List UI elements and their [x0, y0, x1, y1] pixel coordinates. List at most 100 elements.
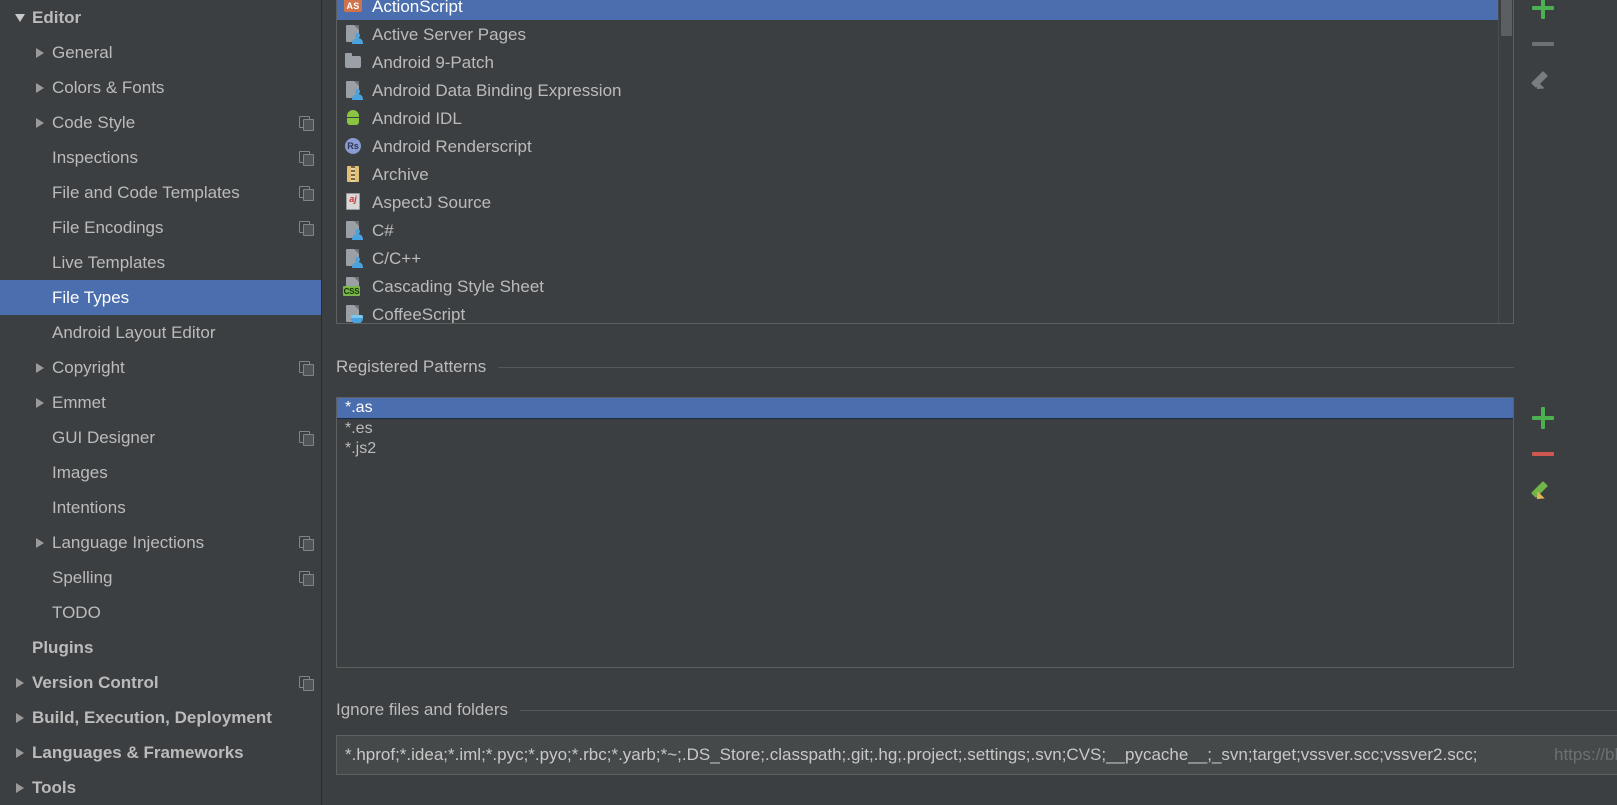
file-type-label: Android 9-Patch	[372, 52, 494, 72]
sidebar-item-tools[interactable]: Tools	[0, 770, 321, 805]
edit-pattern-button[interactable]	[1521, 472, 1565, 508]
chevron-right-icon[interactable]	[8, 747, 32, 758]
sidebar-item-file-types[interactable]: File Types	[0, 280, 321, 315]
sidebar-item-general[interactable]: General	[0, 35, 321, 70]
pattern-row[interactable]: *.es	[337, 419, 1513, 439]
add-file-type-button[interactable]	[1521, 0, 1565, 26]
chevron-right-icon[interactable]	[28, 117, 52, 128]
settings-tree[interactable]: Editor General Colors & Fonts Code Style Ins…	[0, 0, 321, 805]
sidebar-item-version-control[interactable]: Version Control	[0, 665, 321, 700]
pattern-row[interactable]: *.js2	[337, 439, 1513, 459]
sidebar-item-intentions[interactable]: Intentions	[0, 490, 321, 525]
chevron-right-icon[interactable]	[8, 677, 32, 688]
ignore-files-input[interactable]: *.hprof;*.idea;*.iml;*.pyc;*.pyo;*.rbc;*…	[336, 735, 1617, 775]
copy-settings-icon[interactable]	[299, 185, 314, 201]
sidebar-item-label: Images	[52, 462, 108, 482]
file-type-row[interactable]: Rs Android Renderscript	[337, 132, 1513, 160]
chevron-right-icon[interactable]	[8, 782, 32, 793]
chevron-down-icon[interactable]	[8, 13, 32, 22]
sidebar-item-plugins[interactable]: Plugins	[0, 630, 321, 665]
copy-settings-icon[interactable]	[299, 570, 314, 586]
plus-icon	[1532, 0, 1554, 19]
copy-settings-icon[interactable]	[299, 150, 314, 166]
file-type-row[interactable]: AS ActionScript	[337, 0, 1513, 20]
sidebar-item-android-layout-editor[interactable]: Android Layout Editor	[0, 315, 321, 350]
separator-line	[520, 709, 1617, 711]
sidebar-item-label: Colors & Fonts	[52, 77, 165, 97]
chevron-right-icon[interactable]	[28, 82, 52, 93]
registered-patterns-list[interactable]: *.as *.es *.js2	[336, 397, 1514, 668]
plus-icon	[1532, 407, 1554, 429]
file-types-scrollbar-thumb[interactable]	[1501, 0, 1512, 36]
copy-settings-icon[interactable]	[299, 115, 314, 131]
generic-file-person-icon	[343, 248, 363, 268]
ignore-files-value: *.hprof;*.idea;*.iml;*.pyc;*.pyo;*.rbc;*…	[345, 745, 1478, 764]
file-type-row[interactable]: CoffeeScript	[337, 300, 1513, 323]
sidebar-item-colors-fonts[interactable]: Colors & Fonts	[0, 70, 321, 105]
sidebar-item-images[interactable]: Images	[0, 455, 321, 490]
minus-icon	[1532, 42, 1554, 46]
file-type-label: Cascading Style Sheet	[372, 276, 544, 296]
add-pattern-button[interactable]	[1521, 400, 1565, 436]
sidebar-item-file-encodings[interactable]: File Encodings	[0, 210, 321, 245]
file-type-row[interactable]: Android IDL	[337, 104, 1513, 132]
file-type-row[interactable]: Archive	[337, 160, 1513, 188]
sidebar-item-spelling[interactable]: Spelling	[0, 560, 321, 595]
sidebar-item-label: Inspections	[52, 147, 138, 167]
chevron-right-icon[interactable]	[28, 537, 52, 548]
copy-settings-icon[interactable]	[299, 360, 314, 376]
chevron-right-icon[interactable]	[28, 47, 52, 58]
sidebar-item-language-injections[interactable]: Language Injections	[0, 525, 321, 560]
sidebar-item-todo[interactable]: TODO	[0, 595, 321, 630]
file-type-label: Android IDL	[372, 108, 462, 128]
sidebar-item-code-style[interactable]: Code Style	[0, 105, 321, 140]
sidebar-item-label: Emmet	[52, 392, 106, 412]
file-type-row[interactable]: C#	[337, 216, 1513, 244]
file-type-row[interactable]: Android 9-Patch	[337, 48, 1513, 76]
registered-patterns-toolbar	[1518, 400, 1568, 508]
remove-file-type-button[interactable]	[1521, 26, 1565, 62]
sidebar-item-editor[interactable]: Editor	[0, 0, 321, 35]
file-type-label: C#	[372, 220, 394, 240]
copy-settings-icon[interactable]	[299, 430, 314, 446]
sidebar-item-live-templates[interactable]: Live Templates	[0, 245, 321, 280]
registered-patterns-title: Registered Patterns	[336, 357, 487, 376]
file-types-scrollbar[interactable]	[1498, 0, 1513, 323]
sidebar-item-label: Editor	[32, 7, 82, 27]
sidebar-item-emmet[interactable]: Emmet	[0, 385, 321, 420]
sidebar-item-copyright[interactable]: Copyright	[0, 350, 321, 385]
sidebar-item-build-execution-deployment[interactable]: Build, Execution, Deployment	[0, 700, 321, 735]
copy-settings-icon[interactable]	[299, 675, 314, 691]
file-type-row[interactable]: CSS Cascading Style Sheet	[337, 272, 1513, 300]
recognized-file-types-list[interactable]: AS ActionScript Active Server Pages Android…	[336, 0, 1514, 324]
file-type-row[interactable]: Android Data Binding Expression	[337, 76, 1513, 104]
chevron-right-icon[interactable]	[8, 712, 32, 723]
archive-zip-icon	[343, 164, 363, 184]
sidebar-item-label: File Encodings	[52, 217, 164, 237]
sidebar-item-file-and-code-templates[interactable]: File and Code Templates	[0, 175, 321, 210]
sidebar-item-gui-designer[interactable]: GUI Designer	[0, 420, 321, 455]
sidebar-item-label: Tools	[32, 777, 77, 797]
file-type-row[interactable]: Active Server Pages	[337, 20, 1513, 48]
edit-file-type-button[interactable]	[1521, 62, 1565, 98]
ignore-files-title: Ignore files and folders	[336, 700, 508, 719]
sidebar-item-inspections[interactable]: Inspections	[0, 140, 321, 175]
file-type-label: AspectJ Source	[372, 192, 492, 212]
sidebar-item-label: General	[52, 42, 113, 62]
sidebar-item-label: Languages & Frameworks	[32, 742, 244, 762]
copy-settings-icon[interactable]	[299, 220, 314, 236]
remove-pattern-button[interactable]	[1521, 436, 1565, 472]
chevron-right-icon[interactable]	[28, 397, 52, 408]
file-type-row[interactable]: C/C++	[337, 244, 1513, 272]
copy-settings-icon[interactable]	[299, 535, 314, 551]
pattern-value: *.js2	[345, 440, 377, 457]
ignore-files-title-separator: Ignore files and folders	[336, 700, 1617, 720]
sidebar-item-languages-frameworks[interactable]: Languages & Frameworks	[0, 735, 321, 770]
sidebar-item-label: Build, Execution, Deployment	[32, 707, 272, 727]
actionscript-badge-icon: AS	[343, 0, 363, 16]
file-type-row[interactable]: aj AspectJ Source	[337, 188, 1513, 216]
pattern-row[interactable]: *.as	[337, 398, 1513, 419]
settings-sidebar[interactable]: Editor General Colors & Fonts Code Style Ins…	[0, 0, 322, 805]
file-type-label: Android Data Binding Expression	[372, 80, 622, 100]
chevron-right-icon[interactable]	[28, 362, 52, 373]
